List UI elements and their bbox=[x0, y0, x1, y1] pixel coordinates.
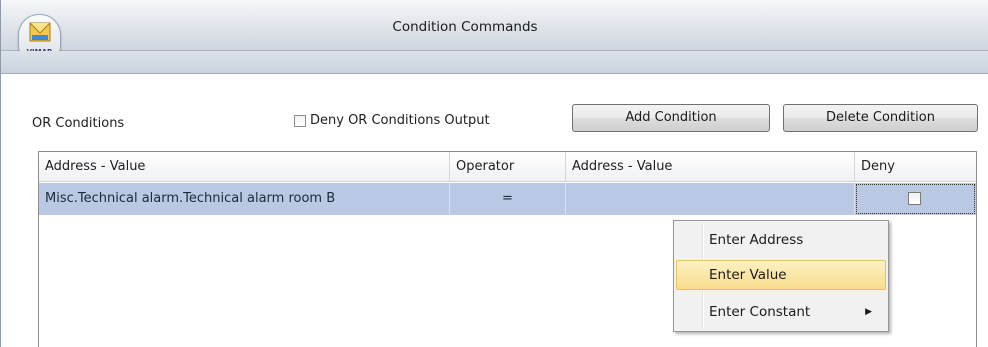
delete-condition-button[interactable]: Delete Condition bbox=[783, 104, 978, 132]
menu-item-label: Enter Constant bbox=[709, 304, 811, 320]
context-menu: Enter Address Enter Value Enter Constant… bbox=[673, 220, 889, 332]
title-bar[interactable]: Condition Commands bbox=[1, 0, 988, 51]
or-conditions-label: OR Conditions bbox=[32, 116, 125, 131]
column-header-address-value-2[interactable]: Address - Value bbox=[566, 152, 855, 182]
menu-item-enter-constant[interactable]: Enter Constant ▶ bbox=[676, 297, 886, 327]
submenu-arrow-icon: ▶ bbox=[865, 307, 872, 317]
cell-left-address[interactable]: Misc.Technical alarm.Technical alarm roo… bbox=[39, 183, 450, 215]
table-row[interactable]: Misc.Technical alarm.Technical alarm roo… bbox=[39, 183, 976, 215]
menu-item-label: Enter Value bbox=[709, 267, 787, 283]
menu-item-enter-address[interactable]: Enter Address bbox=[676, 225, 886, 255]
deny-or-checkbox[interactable]: Deny OR Conditions Output bbox=[294, 113, 490, 128]
column-header-deny[interactable]: Deny bbox=[855, 152, 976, 182]
cell-operator[interactable]: = bbox=[450, 183, 566, 215]
menu-item-enter-value[interactable]: Enter Value bbox=[676, 260, 886, 290]
cell-deny[interactable] bbox=[855, 183, 976, 215]
add-condition-button[interactable]: Add Condition bbox=[572, 104, 770, 132]
menu-item-label: Enter Address bbox=[709, 232, 804, 248]
deny-or-label: Deny OR Conditions Output bbox=[310, 113, 490, 128]
vimar-logo-icon bbox=[29, 22, 51, 42]
column-header-operator[interactable]: Operator bbox=[450, 152, 566, 182]
window-title: Condition Commands bbox=[392, 19, 538, 35]
checkbox-box[interactable] bbox=[294, 114, 306, 127]
column-header-address-value[interactable]: Address - Value bbox=[39, 152, 450, 182]
deny-checkbox[interactable] bbox=[908, 192, 921, 205]
condition-commands-window: Condition Commands VIMAR OR Conditions D… bbox=[0, 0, 988, 347]
cell-right-address[interactable] bbox=[566, 183, 855, 215]
ribbon-bar bbox=[1, 51, 988, 74]
